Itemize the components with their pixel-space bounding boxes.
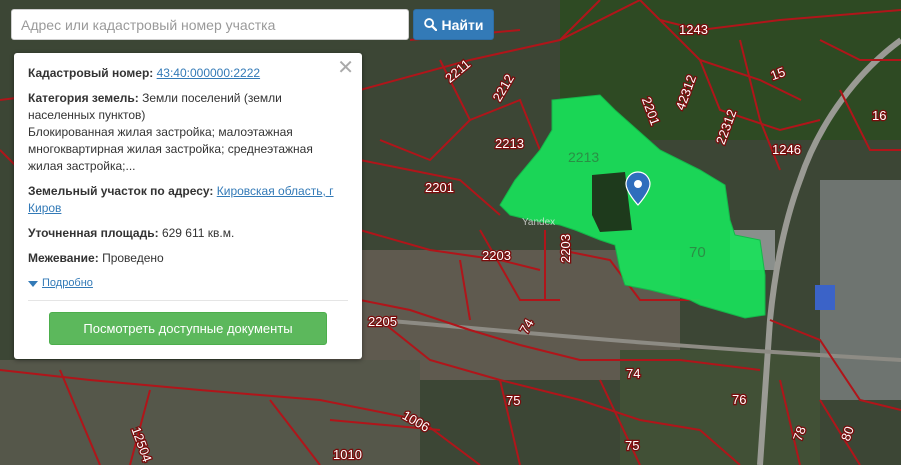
search-button[interactable]: Найти	[413, 9, 494, 40]
parcel-label: 2213	[495, 136, 524, 151]
survey-value: Проведено	[102, 251, 164, 265]
parcel-label: 70	[689, 244, 706, 261]
parcel-label: 2213	[568, 149, 599, 165]
cadastral-row: Кадастровый номер: 43:40:000000:2222	[28, 65, 348, 82]
parcel-label: 74	[626, 366, 640, 381]
parcel-label: 2201	[425, 180, 454, 195]
parcel-label: 76	[732, 392, 746, 407]
view-documents-button[interactable]: Посмотреть доступные документы	[49, 312, 327, 345]
parcel-label: 75	[625, 438, 639, 453]
parcel-label: 75	[506, 393, 520, 408]
permitted-use-value: Блокированная жилая застройка; малоэтажн…	[28, 125, 313, 173]
more-details-label: Подробно	[42, 277, 93, 289]
parcel-label: 2203	[482, 248, 511, 263]
divider	[28, 300, 348, 301]
parcel-label: 1010	[333, 447, 362, 462]
more-details-link[interactable]: Подробно	[28, 275, 348, 292]
survey-label: Межевание:	[28, 251, 99, 265]
parcel-label: 2205	[368, 314, 397, 329]
parcel-label: 2203	[558, 234, 573, 263]
address-row: Земельный участок по адресу: Кировская о…	[28, 183, 348, 217]
parcel-label: 1243	[679, 22, 708, 37]
area-value: 629 611 кв.м.	[161, 226, 235, 240]
category-row: Категория земель: Земли поселений (земли…	[28, 90, 348, 175]
search-input[interactable]	[11, 9, 409, 40]
cadastral-number-link[interactable]: 43:40:000000:2222	[157, 66, 260, 80]
survey-row: Межевание: Проведено	[28, 250, 348, 267]
search-button-label: Найти	[441, 16, 484, 33]
parcel-label: 16	[872, 108, 886, 123]
parcel-label: 1246	[772, 142, 801, 157]
area-label: Уточненная площадь:	[28, 226, 159, 240]
close-icon[interactable]: ✕	[337, 58, 354, 78]
search-icon	[423, 18, 437, 31]
map-watermark: Yandex	[522, 217, 555, 228]
address-label: Земельный участок по адресу:	[28, 184, 214, 198]
cadastral-label: Кадастровый номер:	[28, 66, 154, 80]
parcel-info-panel: ✕ Кадастровый номер: 43:40:000000:2222 К…	[14, 53, 362, 359]
area-row: Уточненная площадь: 629 611 кв.м.	[28, 225, 348, 242]
triangle-down-icon	[28, 280, 38, 287]
category-label: Категория земель:	[28, 91, 139, 105]
